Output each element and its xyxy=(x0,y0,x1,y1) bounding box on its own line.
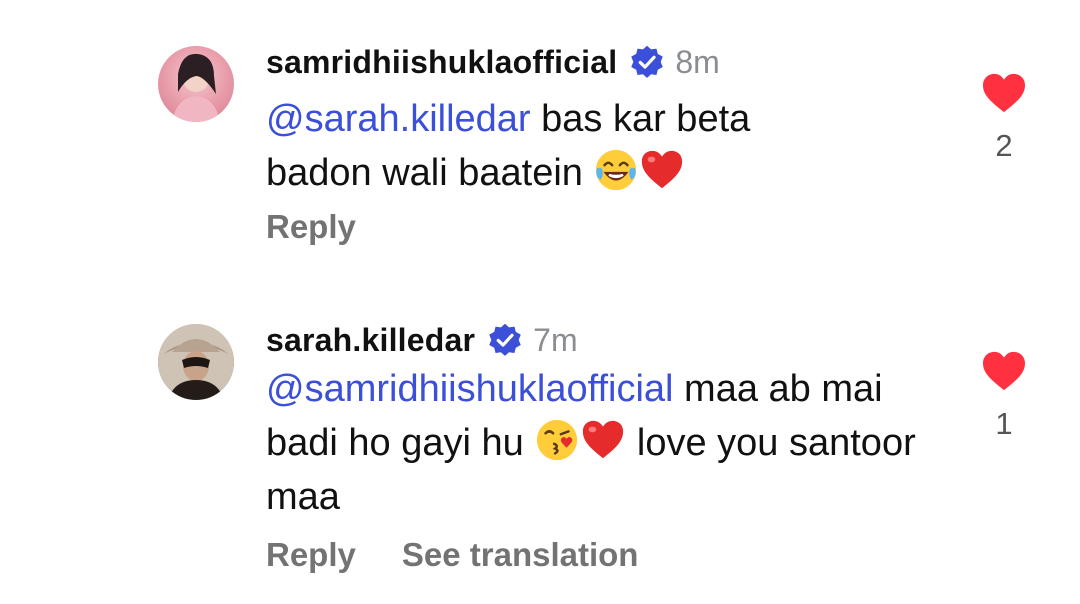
comment-actions: Reply xyxy=(266,208,356,246)
comment-item: samridhiishuklaofficial 8m @sarah.killed… xyxy=(0,0,1080,290)
timestamp: 8m xyxy=(675,43,720,80)
red-heart-emoji-icon xyxy=(642,150,683,189)
comment-header: samridhiishuklaofficial 8m xyxy=(266,40,720,84)
laughing-tears-emoji-icon xyxy=(596,149,637,191)
comment-item: sarah.killedar 7m @samridhiishuklaoffici… xyxy=(0,290,1080,604)
like-count: 1 xyxy=(995,406,1013,441)
red-heart-emoji-icon xyxy=(583,420,624,459)
comment-text: @samridhiishuklaofficial maa ab mai badi… xyxy=(266,362,946,524)
username[interactable]: samridhiishuklaofficial xyxy=(266,44,617,81)
username[interactable]: sarah.killedar xyxy=(266,322,475,359)
timestamp: 7m xyxy=(533,321,578,358)
avatar[interactable] xyxy=(158,324,234,400)
avatar[interactable] xyxy=(158,46,234,122)
heart-icon[interactable] xyxy=(981,72,1027,114)
like-count: 2 xyxy=(995,128,1013,163)
verified-badge-icon xyxy=(489,323,521,356)
reply-button[interactable]: Reply xyxy=(266,208,356,246)
mention-link[interactable]: @samridhiishuklaofficial xyxy=(266,368,673,410)
avatar-image xyxy=(158,324,234,400)
mention-link[interactable]: @sarah.killedar xyxy=(266,98,531,140)
see-translation-button[interactable]: See translation xyxy=(402,536,639,574)
reply-button[interactable]: Reply xyxy=(266,536,356,574)
comment-text: @sarah.killedar bas kar beta badon wali … xyxy=(266,92,826,200)
comment-actions: Reply See translation xyxy=(266,536,638,574)
heart-icon[interactable] xyxy=(981,350,1027,392)
comment-header: sarah.killedar 7m xyxy=(266,318,578,362)
avatar-image xyxy=(172,53,220,122)
like-control: 1 xyxy=(980,350,1028,442)
verified-badge-icon xyxy=(631,45,664,78)
like-control: 2 xyxy=(980,72,1028,164)
kissing-face-emoji-icon xyxy=(537,419,578,461)
